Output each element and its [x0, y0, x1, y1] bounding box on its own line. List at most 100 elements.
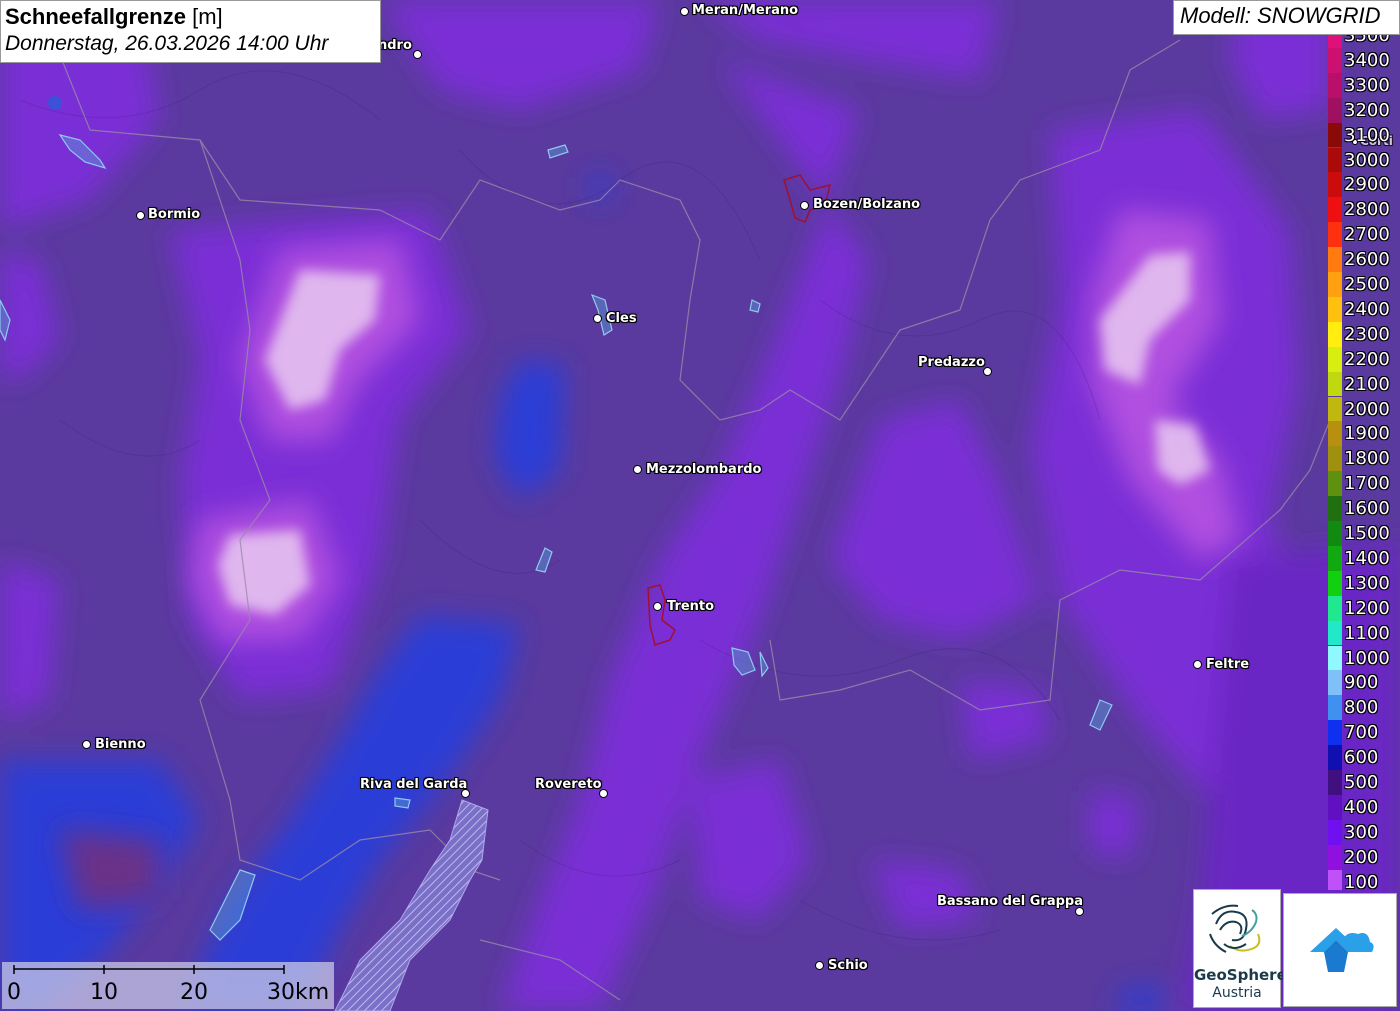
legend-row: 1000 — [1328, 645, 1400, 671]
legend-swatch — [1328, 844, 1342, 870]
legend-swatch — [1328, 869, 1342, 890]
legend-swatch — [1328, 296, 1342, 322]
cloud-arrow-icon — [1310, 928, 1374, 972]
legend-row: 2300 — [1328, 321, 1400, 347]
geosphere-logo[interactable]: GeoSphere Austria — [1193, 889, 1287, 1008]
map-datetime: Donnerstag, 26.03.2026 14:00 Uhr — [5, 32, 329, 55]
city-label-bormio: Bormio — [148, 207, 201, 222]
legend-row: 1800 — [1328, 446, 1400, 472]
legend-swatch — [1328, 272, 1342, 297]
legend-label: 1400 — [1344, 547, 1390, 569]
legend-row: 1500 — [1328, 521, 1400, 546]
legend-swatch — [1328, 471, 1342, 497]
legend-row: 400 — [1328, 794, 1400, 820]
scale-label-20: 20 — [180, 980, 208, 1005]
legend-row: 900 — [1328, 670, 1400, 696]
legend-label: 100 — [1344, 871, 1379, 890]
legend-row: 2700 — [1328, 222, 1400, 248]
legend-label: 1200 — [1344, 597, 1390, 619]
legend-swatch — [1328, 421, 1342, 447]
legend-swatch — [1328, 595, 1342, 621]
city-dot-trento — [653, 602, 662, 611]
legend-row: 3100 — [1328, 122, 1400, 148]
legend-swatch — [1328, 247, 1342, 272]
geosphere-icon — [1209, 904, 1261, 953]
legend-row: 2900 — [1328, 172, 1400, 198]
legend-swatch — [1328, 72, 1342, 98]
legend-row: 1400 — [1328, 545, 1400, 571]
legend-swatch — [1328, 570, 1342, 596]
snowline-map[interactable] — [0, 0, 1400, 1011]
city-dot-schio — [815, 961, 824, 970]
legend-swatch — [1328, 819, 1342, 845]
legend-label: 2400 — [1344, 298, 1390, 320]
legend-label: 1300 — [1344, 572, 1390, 594]
city-dot-cles — [593, 314, 602, 323]
title-parameter: Schneefallgrenze — [5, 4, 186, 29]
legend-label: 3100 — [1344, 124, 1390, 146]
legend-row: 1600 — [1328, 496, 1400, 521]
legend-label: 800 — [1344, 697, 1379, 719]
city-dot-meran — [680, 7, 689, 16]
legend-label: 2800 — [1344, 199, 1390, 221]
legend-row: 3000 — [1328, 147, 1400, 173]
city-dot-mezzolombardo — [633, 465, 642, 474]
legend-label: 700 — [1344, 722, 1379, 744]
geosphere-country: Austria — [1212, 985, 1262, 1001]
city-label-schio: Schio — [828, 958, 868, 973]
legend-label: 3400 — [1344, 49, 1390, 71]
legend-swatch — [1328, 321, 1342, 347]
model-label: Modell: SNOWGRID — [1180, 3, 1381, 28]
legend-label: 600 — [1344, 747, 1379, 769]
city-dot-bolzano — [800, 201, 809, 210]
legend-label: 1000 — [1344, 647, 1390, 669]
scale-bar-line — [13, 965, 285, 974]
city-label-trento: Trento — [667, 599, 715, 614]
map-title: Schneefallgrenze [m] — [5, 3, 376, 30]
weather-service-logo[interactable] — [1283, 893, 1397, 1007]
city-dot-ndro — [413, 50, 422, 59]
legend-row: 3200 — [1328, 97, 1400, 123]
city-label-ndro: ndro — [378, 38, 412, 53]
legend-swatch — [1328, 346, 1342, 372]
legend-swatch — [1328, 770, 1342, 795]
legend-swatch — [1328, 645, 1342, 671]
map-title-box: Schneefallgrenze [m] Donnerstag, 26.03.2… — [0, 0, 381, 63]
legend-swatch — [1328, 745, 1342, 770]
legend-row: 2000 — [1328, 396, 1400, 422]
model-box: Modell: SNOWGRID — [1173, 0, 1400, 35]
legend-swatch — [1328, 35, 1342, 48]
legend-swatch — [1328, 222, 1342, 248]
scale-bar: 0 10 20 30km — [2, 962, 334, 1009]
legend-row: 2600 — [1328, 247, 1400, 272]
legend-label: 500 — [1344, 772, 1379, 793]
legend-swatch — [1328, 794, 1342, 820]
legend-label: 2000 — [1344, 398, 1390, 420]
legend-swatch — [1328, 147, 1342, 173]
legend-label: 3200 — [1344, 99, 1390, 121]
legend-row: 3400 — [1328, 47, 1400, 73]
legend-label: 3000 — [1344, 149, 1390, 171]
legend-label: 2600 — [1344, 249, 1390, 271]
legend-row: 3500 — [1328, 35, 1400, 48]
legend-swatch — [1328, 720, 1342, 746]
city-label-mezzolombardo: Mezzolombardo — [646, 462, 762, 477]
city-label-bolzano: Bozen/Bolzano — [813, 197, 921, 212]
legend-label: 1100 — [1344, 622, 1390, 644]
legend-swatch — [1328, 695, 1342, 721]
legend-row: 1900 — [1328, 421, 1400, 447]
legend-label: 3300 — [1344, 74, 1390, 96]
city-label-riva: Riva del Garda — [360, 777, 468, 792]
geosphere-name: GeoSphere — [1194, 966, 1287, 984]
city-dot-feltre — [1193, 660, 1202, 669]
legend-label: 2200 — [1344, 348, 1390, 370]
legend-swatch — [1328, 122, 1342, 148]
color-legend: 3500 3400 3300 3200 3100 3000 2900 2800 2700 2600… — [1328, 35, 1400, 890]
legend-swatch — [1328, 521, 1342, 546]
legend-swatch — [1328, 371, 1342, 397]
city-label-cles: Cles — [606, 311, 637, 326]
legend-row: 2100 — [1328, 371, 1400, 397]
legend-label: 2900 — [1344, 174, 1390, 196]
city-label-meran: Meran/Merano — [692, 3, 799, 18]
legend-row: 1100 — [1328, 620, 1400, 646]
